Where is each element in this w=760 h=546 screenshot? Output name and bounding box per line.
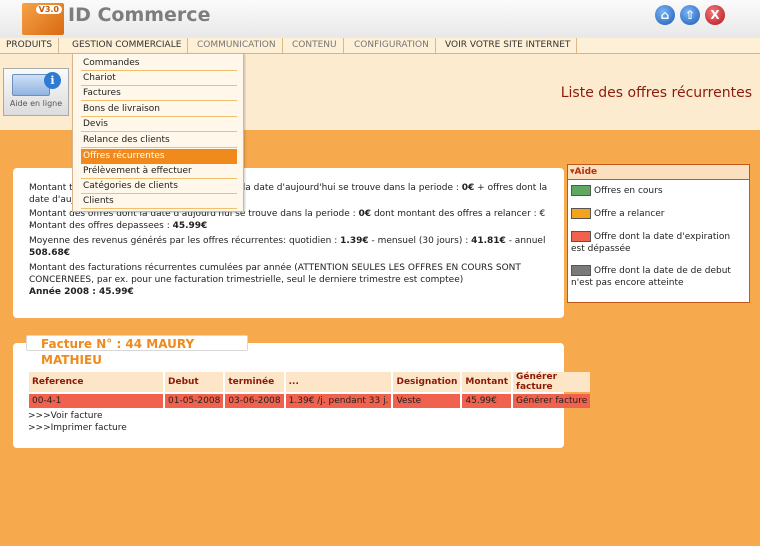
col-detail: ... bbox=[285, 372, 392, 392]
gestion-commerciale-submenu: Commandes Chariot Factures Bons de livra… bbox=[72, 53, 244, 212]
main-menu: PRODUITS GESTION COMMERCIALE COMMUNICATI… bbox=[0, 38, 760, 54]
red-swatch-icon bbox=[571, 231, 591, 242]
menu-communication[interactable]: COMMUNICATION bbox=[191, 38, 283, 53]
table-row: 00-4-1 01-05-2008 03-06-2008 1.39€ /j. p… bbox=[29, 394, 591, 408]
legend-panel: ▾Aide Offres en cours Offre a relancer O… bbox=[567, 164, 750, 303]
green-swatch-icon bbox=[571, 185, 591, 196]
menu-contenu[interactable]: CONTENU bbox=[286, 38, 344, 53]
aide-en-ligne-button[interactable]: i Aide en ligne bbox=[3, 68, 69, 116]
cell-terminee: 03-06-2008 bbox=[225, 394, 284, 408]
legend-item: Offre dont la date d'expiration est dépa… bbox=[571, 231, 731, 254]
app-header: V3.0 ID Commerce ⌂ ⇧ X bbox=[0, 0, 760, 38]
submenu-commandes[interactable]: Commandes bbox=[81, 56, 237, 71]
summary-line: Montant des offres depassees : 45.99€ bbox=[29, 221, 208, 231]
grey-swatch-icon bbox=[571, 265, 591, 276]
up-icon[interactable]: ⇧ bbox=[680, 5, 700, 25]
menu-configuration[interactable]: CONFIGURATION bbox=[348, 38, 436, 53]
menu-gestion-commerciale[interactable]: GESTION COMMERCIALE bbox=[66, 38, 189, 53]
summary-line: CONCERNEES, par ex. pour une facturation… bbox=[29, 275, 464, 285]
col-debut: Debut bbox=[165, 372, 224, 392]
col-designation: Designation bbox=[393, 372, 461, 392]
legend-item: Offre dont la date de de debut n'est pas… bbox=[571, 265, 731, 288]
col-montant: Montant bbox=[462, 372, 512, 392]
close-icon[interactable]: X bbox=[705, 5, 725, 25]
cell-reference: 00-4-1 bbox=[29, 394, 163, 408]
legend-item: Offre a relancer bbox=[571, 208, 745, 220]
app-title: ID Commerce bbox=[68, 4, 211, 26]
invoice-links: >>>Voir facture >>>Imprimer facture bbox=[28, 410, 127, 434]
cell-detail: 1.39€ /j. pendant 33 j. bbox=[285, 394, 392, 408]
aide-label: Aide en ligne bbox=[9, 99, 63, 108]
submenu-clients[interactable]: Clients bbox=[81, 194, 237, 209]
legend-item: Offres en cours bbox=[571, 185, 745, 197]
home-icon[interactable]: ⌂ bbox=[655, 5, 675, 25]
cell-designation: Veste bbox=[393, 394, 461, 408]
col-generer: Générer facture bbox=[513, 372, 591, 392]
submenu-factures[interactable]: Factures bbox=[81, 86, 237, 101]
summary-line: Montant des facturations récurrentes cum… bbox=[29, 263, 521, 273]
version-badge: V3.0 bbox=[35, 5, 62, 14]
offers-table: Reference Debut terminée ... Designation… bbox=[27, 370, 592, 410]
submenu-chariot[interactable]: Chariot bbox=[81, 71, 237, 86]
submenu-prelevement[interactable]: Prélèvement à effectuer bbox=[81, 164, 237, 179]
info-icon: i bbox=[44, 72, 61, 89]
table-header-row: Reference Debut terminée ... Designation… bbox=[29, 372, 591, 392]
menu-voir-site[interactable]: VOIR VOTRE SITE INTERNET bbox=[439, 38, 578, 53]
orange-swatch-icon bbox=[571, 208, 591, 219]
submenu-offres-recurrentes[interactable]: Offres récurrentes bbox=[81, 149, 237, 164]
submenu-bons-de-livraison[interactable]: Bons de livraison bbox=[81, 102, 237, 117]
cell-debut: 01-05-2008 bbox=[165, 394, 224, 408]
submenu-devis[interactable]: Devis bbox=[81, 117, 237, 132]
page-title: Liste des offres récurrentes bbox=[560, 85, 752, 101]
invoice-title: Facture N° : 44 MAURY MATHIEU bbox=[26, 335, 248, 367]
legend-header[interactable]: ▾Aide bbox=[568, 165, 749, 180]
col-terminee: terminée bbox=[225, 372, 284, 392]
summary-line: Année 2008 : 45.99€ bbox=[29, 287, 134, 297]
summary-line: 508.68€ bbox=[29, 248, 70, 258]
imprimer-facture-link[interactable]: >>>Imprimer facture bbox=[28, 422, 127, 434]
col-reference: Reference bbox=[29, 372, 163, 392]
app-logo: V3.0 bbox=[22, 3, 64, 35]
generer-facture-link[interactable]: Générer facture bbox=[513, 394, 591, 408]
menu-produits[interactable]: PRODUITS bbox=[0, 38, 60, 53]
submenu-relance-clients[interactable]: Relance des clients bbox=[81, 133, 237, 148]
submenu-categories-clients[interactable]: Catégories de clients bbox=[81, 179, 237, 194]
cell-montant: 45.99€ bbox=[462, 394, 512, 408]
voir-facture-link[interactable]: >>>Voir facture bbox=[28, 410, 127, 422]
